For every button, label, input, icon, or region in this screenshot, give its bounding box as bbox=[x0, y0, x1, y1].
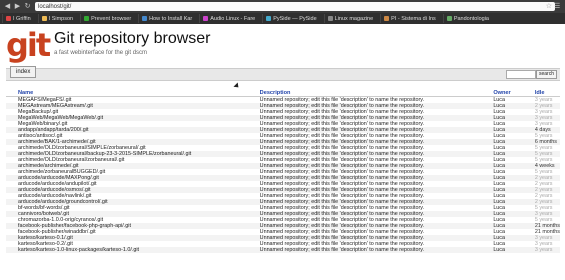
bookmark-star-icon[interactable]: ☆ bbox=[546, 2, 552, 11]
bookmark-item[interactable]: I Simpson bbox=[37, 14, 76, 23]
bookmark-item[interactable]: Audio Linux - Fare bbox=[199, 14, 258, 23]
nav-controls: ◀ ▶ ↻ bbox=[0, 3, 31, 10]
repo-owner: Luca bbox=[481, 247, 523, 253]
bookmark-label: Prevent browser bbox=[91, 15, 132, 22]
repo-name-link[interactable]: karteso/karteso-1.0-linux-packages/karte… bbox=[6, 247, 248, 253]
bookmark-label: PI - Sistema di Ins bbox=[391, 15, 436, 22]
bookmark-label: PySide — PySide bbox=[273, 15, 317, 22]
bookmark-label: Pandontologia bbox=[453, 15, 489, 22]
nav-bar: index search bbox=[6, 66, 560, 81]
favicon-icon bbox=[384, 16, 390, 21]
git-logo[interactable]: git bbox=[6, 29, 51, 61]
repository-table: Name Description Owner Idle MEGAFS/MegaF… bbox=[6, 89, 560, 253]
favicon-icon bbox=[6, 16, 11, 21]
bookmark-label: I Simpson bbox=[48, 15, 74, 22]
favicon-icon bbox=[327, 16, 333, 21]
menu-icon[interactable]: ☰ bbox=[554, 3, 561, 10]
favicon-icon bbox=[266, 16, 272, 21]
bookmark-label: I Griffin bbox=[13, 15, 31, 22]
bookmark-label: Linux magazine bbox=[334, 15, 374, 22]
bookmark-label: Audio Linux - Fare bbox=[210, 15, 256, 22]
tab-index[interactable]: index bbox=[10, 66, 37, 78]
search-button[interactable]: search bbox=[536, 70, 557, 79]
search-input[interactable] bbox=[506, 70, 536, 79]
bookmark-item[interactable]: PI - Sistema di Ins bbox=[380, 14, 439, 23]
url-text[interactable]: localhost/git/ bbox=[38, 4, 71, 10]
favicon-icon bbox=[446, 16, 452, 21]
back-icon[interactable]: ◀ bbox=[4, 3, 11, 10]
favicon-icon bbox=[142, 16, 148, 21]
favicon-icon bbox=[203, 16, 209, 21]
column-header-owner[interactable]: Owner bbox=[481, 89, 523, 97]
repo-idle: 3 years bbox=[522, 247, 560, 253]
bookmark-item[interactable]: How to Install Kar bbox=[138, 14, 195, 23]
bookmark-item[interactable]: Linux magazine bbox=[323, 14, 377, 23]
column-header-name[interactable]: Name bbox=[6, 89, 248, 97]
bookmark-item[interactable]: PySide — PySide bbox=[262, 14, 319, 23]
bookmark-label: How to Install Kar bbox=[149, 15, 193, 22]
favicon-icon bbox=[41, 16, 47, 21]
page-subtitle: a fast webinterface for the git dscm bbox=[54, 50, 148, 56]
forward-icon[interactable]: ▶ bbox=[14, 3, 21, 10]
bookmark-item[interactable]: Prevent browser bbox=[80, 14, 134, 23]
column-header-idle[interactable]: Idle bbox=[522, 89, 560, 97]
address-bar[interactable]: localhost/git/ ☆ bbox=[35, 2, 555, 11]
bookmarks-bar: I Griffin I Simpson Prevent browser How to … bbox=[0, 13, 565, 24]
bookmark-item[interactable]: I Griffin bbox=[2, 14, 34, 23]
favicon-icon bbox=[84, 16, 90, 21]
table-header-row: Name Description Owner Idle bbox=[6, 89, 560, 97]
page-content: git Git repository browser a fast webint… bbox=[0, 24, 565, 280]
column-header-description[interactable]: Description bbox=[247, 89, 482, 97]
browser-toolbar: ◀ ▶ ↻ localhost/git/ ☆ ☰ bbox=[0, 0, 565, 13]
reload-icon[interactable]: ↻ bbox=[24, 3, 31, 10]
page-title: Git repository browser bbox=[54, 30, 211, 47]
bookmark-item[interactable]: Pandontologia bbox=[442, 14, 492, 23]
table-row[interactable]: karteso/karteso-1.0-linux-packages/karte… bbox=[6, 247, 560, 253]
repo-description: Unnamed repository; edit this file 'desc… bbox=[247, 247, 482, 253]
